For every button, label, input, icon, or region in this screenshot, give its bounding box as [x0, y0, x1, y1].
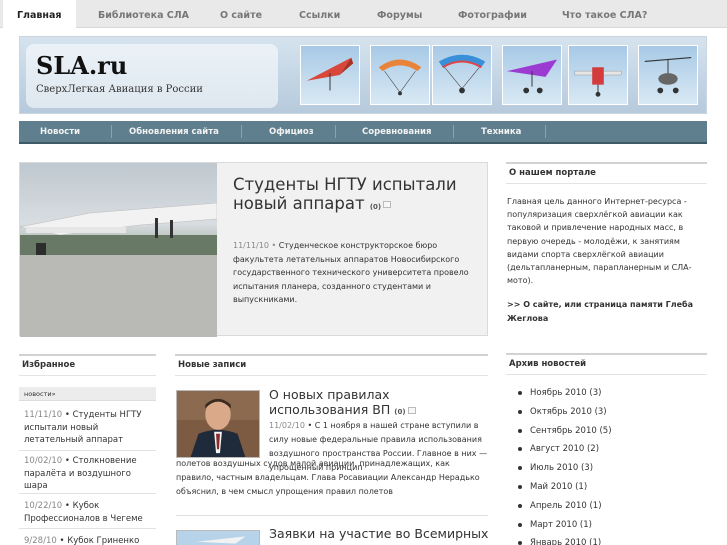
- favorite-item[interactable]: 11/11/10 • Студенты НГТУ испытали новый …: [19, 409, 156, 447]
- divider: [176, 515, 488, 516]
- catnav-item-official[interactable]: Официоз: [269, 121, 314, 142]
- archive-list: Ноябрь 2010 (3) Октябрь 2010 (3) Сентябр…: [518, 386, 612, 545]
- comment-icon[interactable]: [407, 407, 416, 414]
- topnav-item-forums[interactable]: Форумы: [377, 0, 422, 28]
- topnav-item-library[interactable]: Библиотека СЛА: [98, 0, 189, 28]
- archive-item[interactable]: Ноябрь 2010 (3): [518, 386, 612, 405]
- archive-heading: Архив новостей: [506, 353, 707, 375]
- post-title-text[interactable]: О новых правилах использования ВП: [269, 387, 390, 417]
- header-thumb-hangglider: [300, 45, 360, 105]
- archive-item[interactable]: Июль 2010 (3): [518, 461, 612, 480]
- about-heading: О нашем портале: [506, 162, 707, 184]
- post-thumbnail[interactable]: [176, 530, 260, 545]
- divider: [19, 528, 156, 529]
- archive-item[interactable]: Сентябрь 2010 (5): [518, 424, 612, 443]
- catnav-divider: [335, 125, 336, 138]
- header-thumb-gyrocopter: [638, 45, 698, 105]
- site-title[interactable]: SLA.ru: [36, 51, 127, 80]
- bullet: •: [271, 241, 277, 250]
- topnav-item-what-is-sla[interactable]: Что такое СЛА?: [562, 0, 647, 28]
- header-thumb-paraglider: [370, 45, 430, 105]
- featured-title-text[interactable]: Студенты НГТУ испытали новый аппарат: [233, 175, 457, 213]
- catnav-divider: [453, 125, 454, 138]
- catnav-divider: [241, 125, 242, 138]
- featured-comment-count[interactable]: (0): [370, 203, 381, 211]
- post-thumbnail[interactable]: [176, 390, 260, 458]
- archive-item[interactable]: Август 2010 (2): [518, 442, 612, 461]
- favorite-item[interactable]: 10/22/10 • Кубок Профессионалов в Чегеме: [19, 500, 156, 525]
- header-thumb-trike: [502, 45, 562, 105]
- post-title[interactable]: О новых правилах использования ВП (0): [269, 387, 489, 420]
- featured-date: 11/11/10: [233, 241, 269, 250]
- top-navigation: Главная Библиотека СЛА О сайте Ссылки Фо…: [0, 0, 727, 29]
- about-link[interactable]: >> О сайте, или страница памяти Глеба Же…: [507, 298, 707, 325]
- archive-item[interactable]: Апрель 2010 (1): [518, 499, 612, 518]
- about-text: Главная цель данного Интернет-ресурса - …: [507, 197, 692, 286]
- header-banner: SLA.ru СверхЛегкая Авиация в России: [19, 36, 707, 114]
- catnav-divider: [111, 125, 112, 138]
- topnav-item-about[interactable]: О сайте: [220, 0, 262, 28]
- archive-item[interactable]: Октябрь 2010 (3): [518, 405, 612, 424]
- featured-photo[interactable]: [20, 163, 217, 337]
- favorites-heading: Избранное: [19, 354, 156, 376]
- featured-excerpt: 11/11/10 • Студенческое конструкторское …: [233, 239, 485, 307]
- post-date: 11/02/10: [269, 421, 305, 430]
- catnav-item-technics[interactable]: Техника: [481, 121, 521, 142]
- featured-excerpt-text: Студенческое конструкторское бюро факуль…: [233, 241, 469, 304]
- post-title[interactable]: Заявки на участие во Всемирных: [269, 526, 489, 541]
- favorite-date: 11/11/10: [24, 410, 63, 420]
- archive-item[interactable]: Март 2010 (1): [518, 518, 612, 537]
- favorite-date: 10/22/10: [24, 501, 63, 511]
- featured-article: Студенты НГТУ испытали новый аппарат (0)…: [19, 162, 488, 337]
- catnav-item-competitions[interactable]: Соревнования: [362, 121, 431, 142]
- favorites-tab-news[interactable]: новости»: [19, 387, 156, 401]
- favorite-item[interactable]: 9/28/10 • Кубок Гриненко 2010: [19, 535, 156, 545]
- catnav-item-site-updates[interactable]: Обновления сайта: [129, 121, 219, 142]
- catnav-divider: [545, 125, 546, 138]
- new-posts-heading: Новые записи: [175, 354, 488, 376]
- header-thumb-airplane: [568, 45, 628, 105]
- featured-title[interactable]: Студенты НГТУ испытали новый аппарат (0): [233, 175, 483, 217]
- header-thumb-paramotor: [432, 45, 492, 105]
- divider: [19, 450, 156, 451]
- divider: [19, 493, 156, 494]
- topnav-item-photos[interactable]: Фотографии: [458, 0, 527, 28]
- post-excerpt-continued: полетов воздушных судов малой авиации, п…: [176, 459, 480, 496]
- favorite-item[interactable]: 10/02/10 • Столкновение паралёта и возду…: [19, 455, 156, 493]
- archive-item[interactable]: Май 2010 (1): [518, 480, 612, 499]
- category-navigation: Новости Обновления сайта Официоз Соревно…: [19, 121, 707, 144]
- post-title-text[interactable]: Заявки на участие во Всемирных: [269, 526, 488, 541]
- catnav-item-news[interactable]: Новости: [40, 121, 80, 142]
- topnav-item-home[interactable]: Главная: [3, 0, 76, 29]
- comment-icon[interactable]: [383, 201, 392, 208]
- post-comment-count[interactable]: (0): [394, 408, 405, 416]
- topnav-item-links[interactable]: Ссылки: [299, 0, 340, 28]
- favorite-date: 10/02/10: [24, 456, 63, 466]
- favorite-date: 9/28/10: [24, 536, 57, 545]
- archive-item[interactable]: Январь 2010 (1): [518, 536, 612, 545]
- site-tagline: СверхЛегкая Авиация в России: [36, 84, 203, 95]
